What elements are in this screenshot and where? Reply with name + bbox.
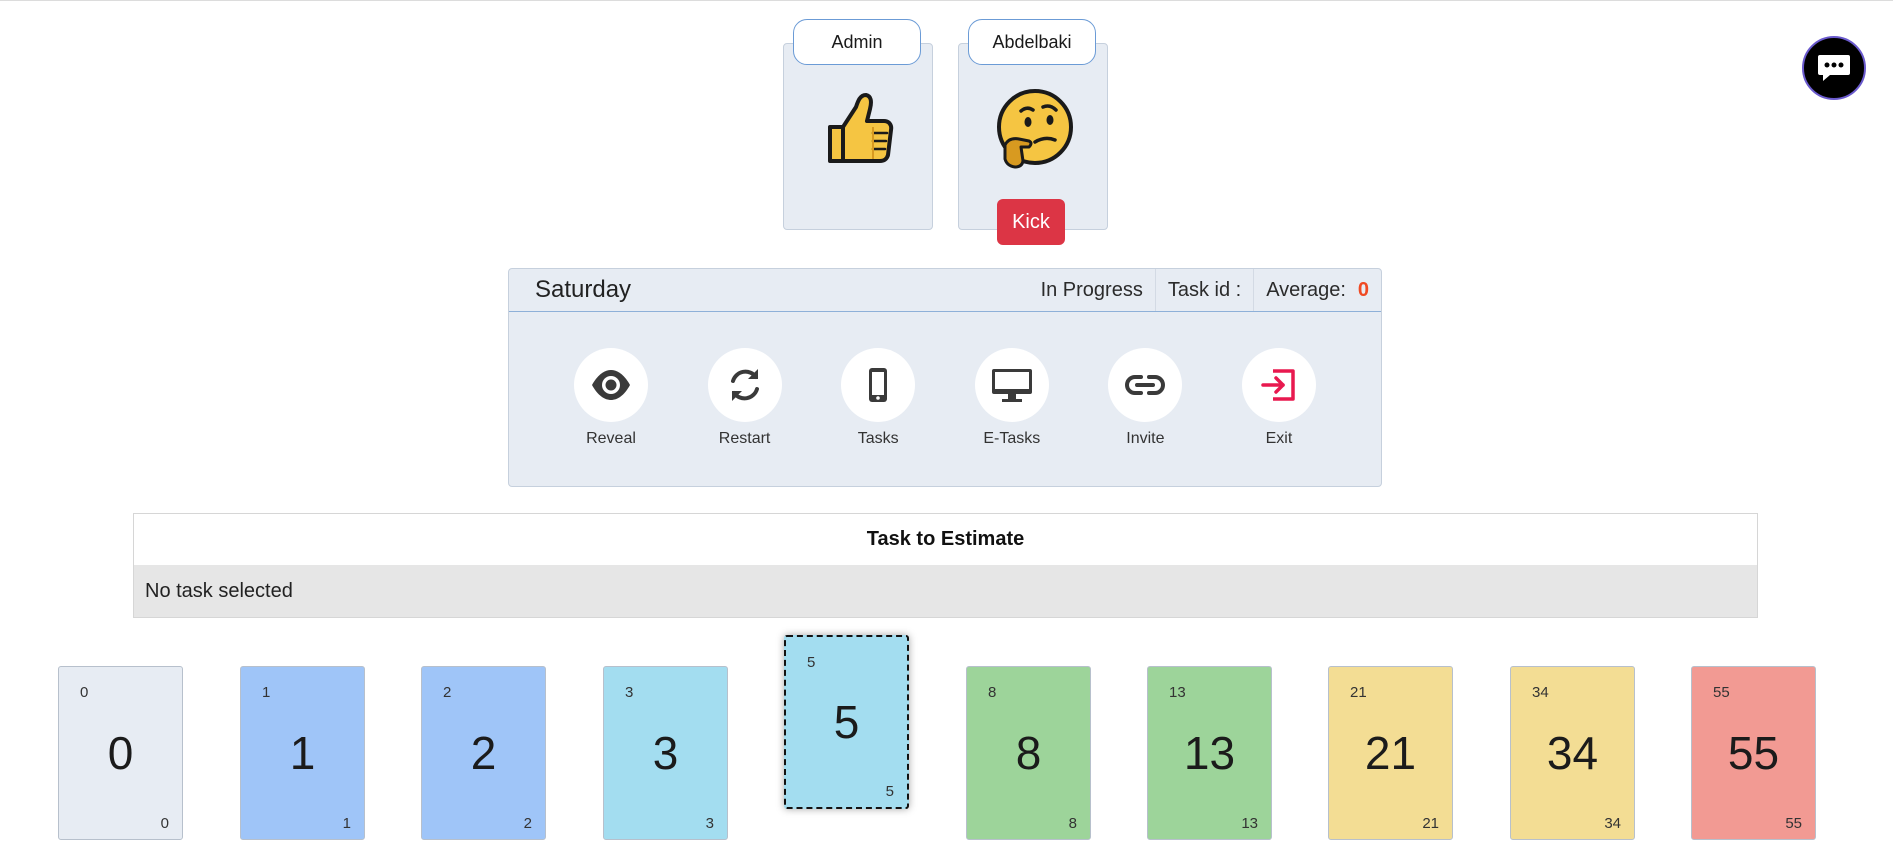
chat-icon [1818,55,1850,81]
estimate-card-5[interactable]: 555 [784,635,909,809]
players-area: Admin Abdelbaki Kick [783,19,1108,245]
estimate-card-1[interactable]: 111 [240,666,365,840]
thinking-face-icon [997,89,1073,169]
invite-button[interactable]: Invite [1095,348,1195,448]
e-tasks-label: E-Tasks [983,430,1041,447]
e-tasks-button[interactable]: E-Tasks [962,348,1062,448]
average-value: 0 [1357,278,1369,301]
estimate-card-3[interactable]: 333 [603,666,728,840]
task-header: Task to Estimate [134,514,1757,565]
reveal-button[interactable]: Reveal [561,348,661,448]
average-display: Average: 0 [1253,269,1381,311]
average-label: Average: [1266,278,1346,301]
restart-button[interactable]: Restart [695,348,795,448]
estimate-card-55[interactable]: 55 55 55 [1691,666,1816,840]
estimate-card-34[interactable]: 34 34 34 [1510,666,1635,840]
invite-label: Invite [1126,430,1165,447]
kick-button[interactable]: Kick [997,199,1065,245]
exit-label: Exit [1265,430,1293,447]
status-text: In Progress [1040,278,1143,301]
estimate-card-13[interactable]: 13 13 13 [1147,666,1272,840]
task-to-estimate: Task to Estimate No task selected [133,513,1758,618]
thumbs-up-icon [828,93,894,163]
player-admin: Admin [783,19,933,230]
estimate-card-0[interactable]: 000 [58,666,183,840]
reveal-label: Reveal [586,430,636,447]
chat-button[interactable] [1802,36,1866,100]
session-title: Saturday [535,276,632,303]
eye-icon [592,370,630,400]
exit-icon [1261,369,1295,401]
refresh-icon [730,369,759,401]
mobile-icon [869,368,888,402]
tasks-label: Tasks [857,430,899,447]
exit-button[interactable]: Exit [1229,348,1329,448]
link-icon [1125,375,1166,395]
player-name: Admin [793,19,921,65]
estimate-card-21[interactable]: 21 21 21 [1328,666,1453,840]
tasks-button[interactable]: Tasks [828,348,928,448]
session-panel: Saturday In Progress Task id : Average: … [508,268,1382,487]
monitor-icon [991,369,1032,402]
panel-header: Saturday In Progress Task id : Average: … [509,269,1381,312]
action-bar: Reveal Restart Tasks E-Tasks Invite Exit [509,312,1381,448]
player-abdelbaki: Abdelbaki Kick [958,19,1108,245]
session-meta: In Progress Task id : Average: 0 [1029,269,1381,311]
player-name: Abdelbaki [968,19,1096,65]
estimate-card-2[interactable]: 222 [421,666,546,840]
restart-label: Restart [718,430,771,447]
task-body: No task selected [134,565,1757,617]
estimate-card-8[interactable]: 888 [966,666,1091,840]
task-id-label: Task id : [1154,269,1253,311]
